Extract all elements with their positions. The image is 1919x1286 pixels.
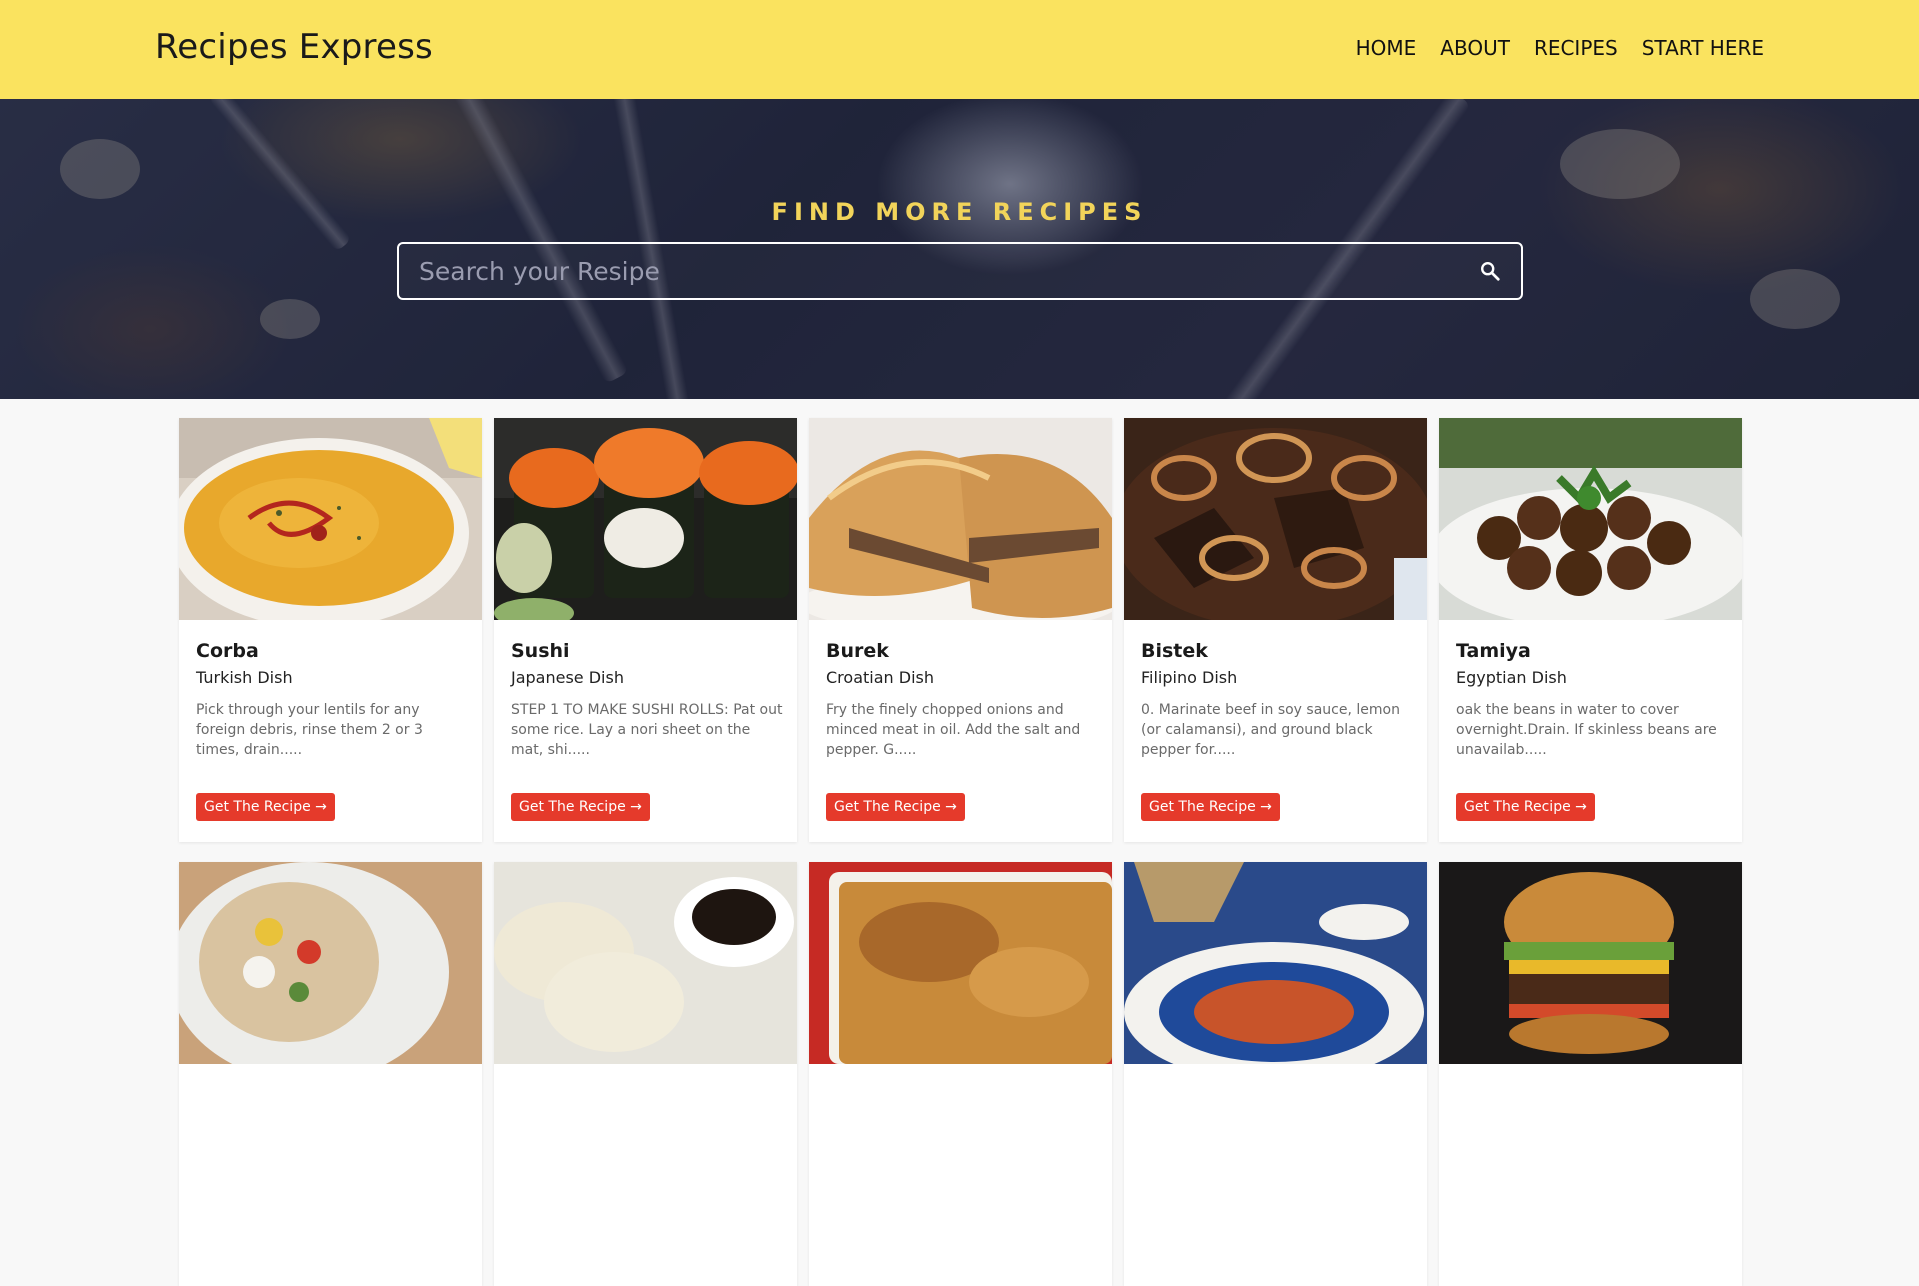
recipe-card: Burek Croatian Dish Fry the finely chopp… (809, 418, 1112, 842)
recipe-image-dumplings[interactable] (494, 862, 797, 1064)
get-recipe-button[interactable]: Get The Recipe → (511, 793, 650, 821)
recipe-image-tamiya[interactable] (1439, 418, 1742, 620)
recipe-name: Sushi (511, 640, 570, 662)
recipe-card: Corba Turkish Dish Pick through your len… (179, 418, 482, 842)
recipe-origin: Croatian Dish (826, 668, 934, 687)
recipe-card (179, 862, 482, 1286)
recipe-origin: Japanese Dish (511, 668, 624, 687)
site-header: Recipes Express HOME ABOUT RECIPES START… (0, 0, 1919, 99)
recipe-description: STEP 1 TO MAKE SUSHI ROLLS: Pat out some… (511, 702, 783, 758)
recipe-card: Tamiya Egyptian Dish oak the beans in wa… (1439, 418, 1742, 842)
recipe-origin: Filipino Dish (1141, 668, 1238, 687)
recipe-image-stuffed-potato[interactable] (179, 862, 482, 1064)
recipe-image-bistek[interactable] (1124, 418, 1427, 620)
recipe-origin: Turkish Dish (196, 668, 293, 687)
recipe-origin: Egyptian Dish (1456, 668, 1567, 687)
get-recipe-button[interactable]: Get The Recipe → (196, 793, 335, 821)
nav-recipes[interactable]: RECIPES (1534, 36, 1618, 60)
search-icon[interactable] (1479, 260, 1501, 282)
recipe-card: Bistek Filipino Dish 0. Marinate beef in… (1124, 418, 1427, 842)
recipe-image-corba[interactable] (179, 418, 482, 620)
hero-banner: FIND MORE RECIPES (0, 99, 1919, 399)
recipe-card (494, 862, 797, 1286)
recipe-description: oak the beans in water to cover overnigh… (1456, 702, 1717, 758)
recipe-card (809, 862, 1112, 1286)
nav-about[interactable]: ABOUT (1440, 36, 1510, 60)
recipe-card (1124, 862, 1427, 1286)
get-recipe-button[interactable]: Get The Recipe → (1141, 793, 1280, 821)
recipe-name: Bistek (1141, 640, 1208, 662)
recipe-description: Pick through your lentils for any foreig… (196, 702, 423, 758)
recipe-name: Tamiya (1456, 640, 1531, 662)
recipe-image-tagine-plate[interactable] (1124, 862, 1427, 1064)
search-bar (397, 242, 1523, 300)
nav-home[interactable]: HOME (1356, 36, 1417, 60)
recipe-image-sushi[interactable] (494, 418, 797, 620)
get-recipe-button[interactable]: Get The Recipe → (826, 793, 965, 821)
brand-logo[interactable]: Recipes Express (155, 27, 433, 67)
recipe-name: Corba (196, 640, 259, 662)
recipe-card (1439, 862, 1742, 1286)
recipe-image-burek[interactable] (809, 418, 1112, 620)
recipe-image-burger[interactable] (1439, 862, 1742, 1064)
hero-title: FIND MORE RECIPES (771, 198, 1148, 226)
get-recipe-button[interactable]: Get The Recipe → (1456, 793, 1595, 821)
search-input[interactable] (417, 244, 1417, 298)
recipe-name: Burek (826, 640, 889, 662)
main-nav: HOME ABOUT RECIPES START HERE (1356, 36, 1764, 60)
nav-start-here[interactable]: START HERE (1642, 36, 1764, 60)
recipe-description: Fry the finely chopped onions and minced… (826, 702, 1081, 758)
recipe-description: 0. Marinate beef in soy sauce, lemon (or… (1141, 702, 1400, 758)
recipe-card: Sushi Japanese Dish STEP 1 TO MAKE SUSHI… (494, 418, 797, 842)
recipe-image-lasagna[interactable] (809, 862, 1112, 1064)
